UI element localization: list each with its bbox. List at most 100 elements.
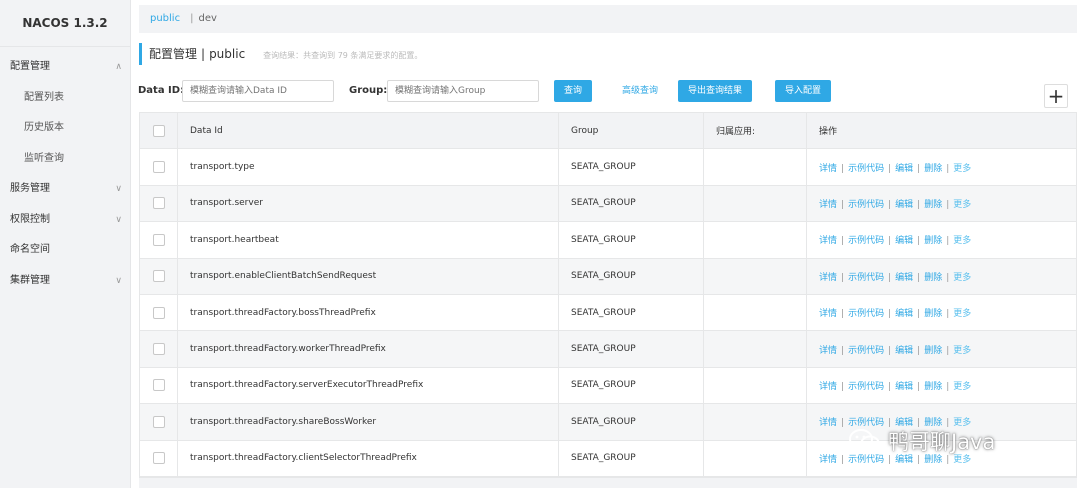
select-all-checkbox[interactable] [152, 124, 165, 137]
detail-link[interactable]: 详情 [819, 382, 837, 392]
more-link[interactable]: 更多 [953, 382, 971, 392]
op-separator: | [841, 163, 845, 174]
delete-link[interactable]: 删除 [924, 200, 942, 210]
edit-link[interactable]: 编辑 [895, 200, 913, 210]
add-config-button[interactable]: + [1044, 84, 1068, 108]
sample-code-link[interactable]: 示例代码 [848, 346, 884, 356]
edit-link[interactable]: 编辑 [895, 346, 913, 356]
detail-link[interactable]: 详情 [819, 273, 837, 283]
op-separator: | [888, 381, 892, 392]
sidebar-item-label: 历史版本 [24, 122, 64, 133]
row-checkbox[interactable] [152, 306, 165, 319]
row-checkbox[interactable] [152, 343, 165, 356]
delete-link[interactable]: 删除 [924, 164, 942, 174]
sample-code-link[interactable]: 示例代码 [848, 164, 884, 174]
op-separator: | [841, 454, 845, 465]
chevron-up-icon: ∧ [115, 62, 122, 72]
row-select-cell [139, 366, 178, 405]
detail-link[interactable]: 详情 [819, 455, 837, 465]
op-separator: | [946, 345, 950, 356]
more-link[interactable]: 更多 [953, 164, 971, 174]
edit-link[interactable]: 编辑 [895, 273, 913, 283]
cell-ops: 详情 | 示例代码 | 编辑 | 删除 | 更多 [806, 330, 1077, 368]
row-checkbox[interactable] [152, 379, 165, 392]
more-link[interactable]: 更多 [953, 273, 971, 283]
cell-ops: 详情 | 示例代码 | 编辑 | 删除 | 更多 [806, 366, 1077, 405]
advanced-query-link[interactable]: 高级查询 [616, 80, 664, 102]
row-select-cell [139, 293, 178, 332]
page-namespace: public [209, 47, 246, 61]
delete-link[interactable]: 删除 [924, 273, 942, 283]
row-select-cell [139, 221, 178, 259]
namespace-dev-link[interactable]: dev [198, 13, 216, 24]
sidebar-item-config-list[interactable]: 配置列表 [0, 83, 130, 114]
cell-group: SEATA_GROUP [558, 293, 704, 332]
delete-link[interactable]: 删除 [924, 236, 942, 246]
delete-link[interactable]: 删除 [924, 309, 942, 319]
group-input[interactable] [387, 80, 539, 102]
delete-link[interactable]: 删除 [924, 346, 942, 356]
sidebar-item-cluster-mgmt[interactable]: 集群管理 ∨ [0, 266, 130, 297]
row-checkbox[interactable] [152, 161, 165, 174]
namespace-public-link[interactable]: public [150, 13, 180, 24]
row-checkbox[interactable] [152, 270, 165, 283]
edit-link[interactable]: 编辑 [895, 164, 913, 174]
delete-link[interactable]: 删除 [924, 382, 942, 392]
page-header: 配置管理 | public 查询结果：共查询到 79 条满足要求的配置。 [139, 43, 422, 65]
table-row: transport.threadFactory.workerThreadPref… [139, 330, 1077, 368]
cell-group: SEATA_GROUP [558, 221, 704, 259]
more-link[interactable]: 更多 [953, 309, 971, 319]
op-separator: | [917, 163, 921, 174]
row-checkbox[interactable] [152, 233, 165, 246]
cell-group: SEATA_GROUP [558, 148, 704, 186]
sidebar: NACOS 1.3.2 配置管理 ∧ 配置列表 历史版本 监听查询 服务管理 ∨ 权限控制 ∨ 命… [0, 0, 131, 488]
more-link[interactable]: 更多 [953, 346, 971, 356]
sidebar-item-namespace[interactable]: 命名空间 [0, 235, 130, 266]
sidebar-item-label: 配置列表 [24, 91, 64, 103]
export-results-button[interactable]: 导出查询结果 [678, 80, 752, 102]
header-group[interactable]: Group [558, 111, 704, 150]
sample-code-link[interactable]: 示例代码 [848, 273, 884, 283]
detail-link[interactable]: 详情 [819, 418, 837, 428]
op-separator: | [946, 381, 950, 392]
more-link[interactable]: 更多 [953, 236, 971, 246]
edit-link[interactable]: 编辑 [895, 236, 913, 246]
row-checkbox[interactable] [152, 452, 165, 465]
sidebar-item-config-mgmt[interactable]: 配置管理 ∧ [0, 52, 130, 83]
sidebar-item-history-version[interactable]: 历史版本 [0, 113, 130, 144]
sample-code-link[interactable]: 示例代码 [848, 309, 884, 319]
query-button[interactable]: 查询 [554, 80, 592, 102]
sidebar-item-access-control[interactable]: 权限控制 ∨ [0, 205, 130, 236]
table-row: transport.enableClientBatchSendRequest SE… [139, 257, 1077, 295]
edit-link[interactable]: 编辑 [895, 382, 913, 392]
sidebar-item-service-mgmt[interactable]: 服务管理 ∨ [0, 174, 130, 205]
sidebar-item-listener-query[interactable]: 监听查询 [0, 144, 130, 175]
sidebar-item-label: 命名空间 [10, 244, 50, 255]
data-id-input[interactable] [182, 80, 334, 102]
more-link[interactable]: 更多 [953, 200, 971, 210]
detail-link[interactable]: 详情 [819, 309, 837, 319]
config-table: Data Id Group 归属应用: 操作 transport.type SEA… [139, 111, 1077, 477]
edit-link[interactable]: 编辑 [895, 309, 913, 319]
row-checkbox[interactable] [152, 415, 165, 428]
row-checkbox[interactable] [152, 197, 165, 210]
detail-link[interactable]: 详情 [819, 346, 837, 356]
header-app: 归属应用: [703, 111, 807, 150]
cell-data-id: transport.enableClientBatchSendRequest [177, 257, 559, 295]
detail-link[interactable]: 详情 [819, 200, 837, 210]
sample-code-link[interactable]: 示例代码 [848, 236, 884, 246]
cell-ops: 详情 | 示例代码 | 编辑 | 删除 | 更多 [806, 293, 1077, 332]
detail-link[interactable]: 详情 [819, 236, 837, 246]
header-data-id[interactable]: Data Id [177, 111, 559, 150]
table-header-row: Data Id Group 归属应用: 操作 [139, 111, 1077, 150]
cell-app [703, 293, 807, 332]
main-content: public | dev 配置管理 | public 查询结果：共查询到 79 条满足要求… [131, 0, 1080, 488]
cell-app [703, 257, 807, 295]
op-separator: | [841, 199, 845, 210]
sample-code-link[interactable]: 示例代码 [848, 200, 884, 210]
detail-link[interactable]: 详情 [819, 164, 837, 174]
data-id-label: Data ID: [138, 85, 185, 96]
import-config-button[interactable]: 导入配置 [775, 80, 831, 102]
row-select-cell [139, 257, 178, 295]
sample-code-link[interactable]: 示例代码 [848, 382, 884, 392]
